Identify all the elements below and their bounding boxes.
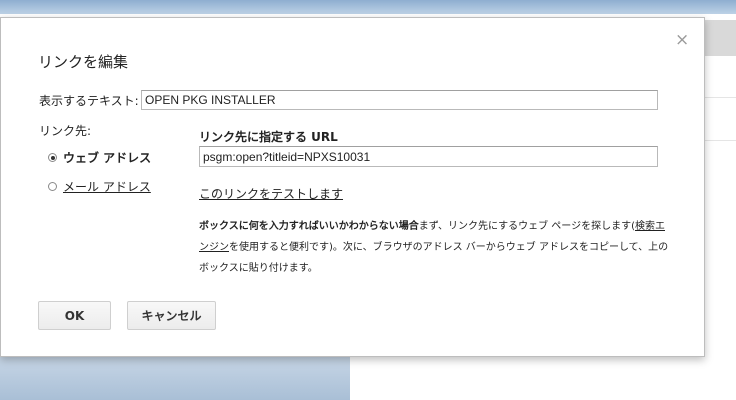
display-text-label: 表示するテキスト: [39, 94, 139, 108]
test-link[interactable]: このリンクをテストします [199, 185, 343, 202]
background-bottom-area [0, 356, 350, 400]
background-divider [705, 140, 736, 141]
link-to-label: リンク先: [39, 124, 92, 138]
help-text-part2: を使用すると便利です)。次に、ブラウザのアドレス バーからウェブ アドレスをコピ… [199, 242, 669, 274]
ok-button[interactable]: OK [38, 301, 111, 330]
web-address-label: ウェブ アドレス [63, 151, 152, 165]
radio-unselected-icon[interactable] [48, 182, 57, 191]
close-icon[interactable]: × [675, 32, 689, 49]
help-bold-text: ボックスに何を入力すればいいかわからない場合 [199, 221, 419, 232]
background-right-panel [705, 14, 736, 400]
background-right-header [705, 20, 736, 56]
cancel-button[interactable]: キャンセル [127, 301, 216, 330]
help-text-part1: まず、リンク先にするウェブ ページを探します [418, 221, 632, 232]
email-address-label[interactable]: メール アドレス [63, 180, 151, 194]
web-address-option[interactable]: ウェブ アドレス [48, 149, 151, 166]
url-heading: リンク先に指定する URL [199, 130, 338, 144]
radio-selected-icon[interactable] [48, 153, 57, 162]
background-top-bar [0, 0, 736, 14]
url-input[interactable] [199, 146, 658, 167]
background-divider [705, 97, 736, 98]
email-address-option[interactable]: メール アドレス [48, 178, 151, 195]
edit-link-dialog: × リンクを編集 表示するテキスト: リンク先: ウェブ アドレス メール アド… [0, 17, 705, 357]
display-text-input[interactable] [141, 90, 658, 110]
dialog-title: リンクを編集 [38, 53, 129, 71]
help-text: ボックスに何を入力すればいいかわからない場合まず、リンク先にするウェブ ページを… [199, 216, 669, 279]
